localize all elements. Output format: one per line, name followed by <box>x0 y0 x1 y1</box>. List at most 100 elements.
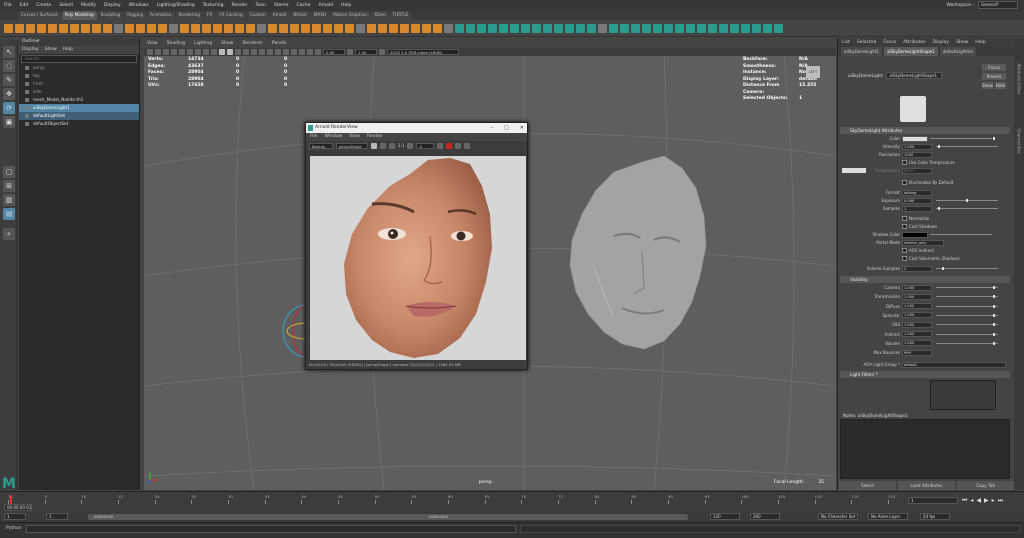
shelf-tab-bifrost[interactable]: Bifrost <box>290 11 310 20</box>
shelf-tool-icon[interactable] <box>708 23 717 33</box>
shelf-tool-icon[interactable] <box>444 23 453 33</box>
renderview-titlebar[interactable]: Arnold RenderView – □ ✕ <box>306 123 527 133</box>
shelf-tool-icon[interactable] <box>631 23 640 33</box>
ae-tab[interactable]: defaultLightSet <box>939 47 977 56</box>
shelf-tool-icon[interactable] <box>235 23 244 33</box>
shelf-tool-icon[interactable] <box>752 23 761 33</box>
shelf-tab-custom[interactable]: Custom <box>246 11 269 20</box>
visibility-slider-knob[interactable] <box>993 313 995 317</box>
shelf-tool-icon[interactable] <box>323 23 332 33</box>
layout-icon[interactable]: ▥ <box>3 194 15 206</box>
shelf-tab-motion-graphics[interactable]: Motion Graphics <box>330 11 371 20</box>
outliner-item[interactable]: aiSkyDomeLight1 <box>19 104 139 112</box>
shelf-tab-xgen[interactable]: XGen <box>371 11 389 20</box>
viewport-menu-shading[interactable]: Shading <box>167 40 185 48</box>
shelf-tool-icon[interactable] <box>92 23 101 33</box>
exposure-slider[interactable]: 0 <box>416 142 435 149</box>
play-forward-icon[interactable]: ▶ <box>984 497 989 505</box>
head-mesh[interactable] <box>569 155 707 350</box>
renderview-menu-view[interactable]: View <box>349 133 360 141</box>
visibility-field[interactable]: 1.000 <box>902 284 932 291</box>
aov-dropdown[interactable]: Beauty <box>309 142 333 149</box>
render-settings-icon[interactable] <box>464 142 471 149</box>
visibility-slider-knob[interactable] <box>993 295 995 299</box>
color-slider[interactable] <box>930 138 992 139</box>
command-language[interactable]: Python <box>6 526 22 531</box>
shelf-tool-icon[interactable] <box>147 23 156 33</box>
shelf-tool-icon[interactable] <box>26 23 35 33</box>
menu-edit[interactable]: Edit <box>20 3 29 8</box>
shelf-tool-icon[interactable] <box>532 23 541 33</box>
use-color-temp-checkbox[interactable] <box>902 160 907 165</box>
shelf-tool-icon[interactable] <box>741 23 750 33</box>
shelf-tool-icon[interactable] <box>488 23 497 33</box>
visibility-slider[interactable] <box>936 314 998 316</box>
section-skydome-attributes[interactable]: SkyDomeLight Attributes <box>840 127 1010 134</box>
ae-menu-selected[interactable]: Selected <box>857 38 877 47</box>
shelf-tool-icon[interactable] <box>609 23 618 33</box>
scale-tool-icon[interactable]: ▣ <box>3 116 15 128</box>
shelf-tool-icon[interactable] <box>719 23 728 33</box>
outliner-item[interactable]: defaultLightSet <box>19 112 139 120</box>
shelf-tool-icon[interactable] <box>103 23 112 33</box>
resolution-field[interactable]: 1000 <box>902 151 932 158</box>
volume-samples-field[interactable]: 2 <box>902 265 932 272</box>
shelf-tool-icon[interactable] <box>499 23 508 33</box>
ae-menu-attributes[interactable]: Attributes <box>903 38 925 47</box>
camera-icon[interactable] <box>147 49 153 55</box>
outliner-menu-show[interactable]: Show <box>45 46 57 54</box>
isolate-icon[interactable] <box>291 49 297 55</box>
shelf-tool-icon[interactable] <box>334 23 343 33</box>
shelf-tab-arnold[interactable]: Arnold <box>269 11 290 20</box>
shelf-tab-mash[interactable]: MASH <box>310 11 330 20</box>
visibility-field[interactable]: 1.000 <box>902 312 932 319</box>
show-button[interactable]: Show <box>982 82 993 89</box>
storage-icon[interactable] <box>389 142 395 149</box>
visibility-field[interactable]: 1.000 <box>902 303 932 310</box>
minimize-icon[interactable]: – <box>491 123 494 133</box>
lasso-tool-icon[interactable]: ◌ <box>3 60 15 72</box>
shelf-tool-icon[interactable] <box>356 23 365 33</box>
ae-menu-display[interactable]: Display <box>932 38 949 47</box>
menu-stereo[interactable]: Stereo <box>274 3 289 8</box>
visibility-slider[interactable] <box>936 305 998 307</box>
menu-modify[interactable]: Modify <box>81 3 96 8</box>
shelf-tool-icon[interactable] <box>114 23 123 33</box>
visibility-slider-knob[interactable] <box>993 323 995 327</box>
step-forward-icon[interactable]: ▸ <box>992 497 995 505</box>
four-view-icon[interactable]: ⊞ <box>3 180 15 192</box>
gamma-field[interactable]: 0.00 <box>323 49 345 55</box>
shelf-tab-animation[interactable]: Animation <box>147 11 175 20</box>
temperature-field[interactable]: 6500 <box>902 167 932 174</box>
viewport-menu-show[interactable]: Show <box>221 40 233 48</box>
shelf-tool-icon[interactable] <box>400 23 409 33</box>
magnifier-icon[interactable]: ⌕ <box>3 228 15 240</box>
shelf-tool-icon[interactable] <box>697 23 706 33</box>
normalize-checkbox[interactable] <box>902 216 907 221</box>
range-start-field[interactable]: 1 <box>4 513 26 520</box>
arnold-renderview-window[interactable]: Arnold RenderView – □ ✕ File Window View Re… <box>305 122 528 370</box>
visibility-slider[interactable] <box>936 324 998 326</box>
shelf-tool-icon[interactable] <box>48 23 57 33</box>
menu-texturing[interactable]: Texturing <box>203 3 224 8</box>
shelf-tool-icon[interactable] <box>81 23 90 33</box>
visibility-slider[interactable] <box>936 287 998 288</box>
shelf-tool-icon[interactable] <box>433 23 442 33</box>
shelf-tool-icon[interactable] <box>510 23 519 33</box>
shelf-tab-sculpting[interactable]: Sculpting <box>97 11 124 20</box>
outliner-menu-help[interactable]: Help <box>63 46 73 54</box>
command-input[interactable] <box>26 525 516 533</box>
viewport-menu-lighting[interactable]: Lighting <box>194 40 212 48</box>
view-cube[interactable]: LEFT <box>806 66 820 78</box>
shelf-tool-icon[interactable] <box>763 23 772 33</box>
shelf-tool-icon[interactable] <box>477 23 486 33</box>
illuminates-checkbox[interactable] <box>902 180 907 185</box>
aov-indirect-checkbox[interactable] <box>902 248 907 253</box>
shelf-tool-icon[interactable] <box>455 23 464 33</box>
ambient-occlusion-icon[interactable] <box>267 49 273 55</box>
exposure-field[interactable]: 1.00 <box>355 49 377 55</box>
shelf-tool-icon[interactable] <box>345 23 354 33</box>
shelf-tool-icon[interactable] <box>543 23 552 33</box>
cast-shadows-checkbox[interactable] <box>902 224 907 229</box>
shelf-tool-icon[interactable] <box>70 23 79 33</box>
